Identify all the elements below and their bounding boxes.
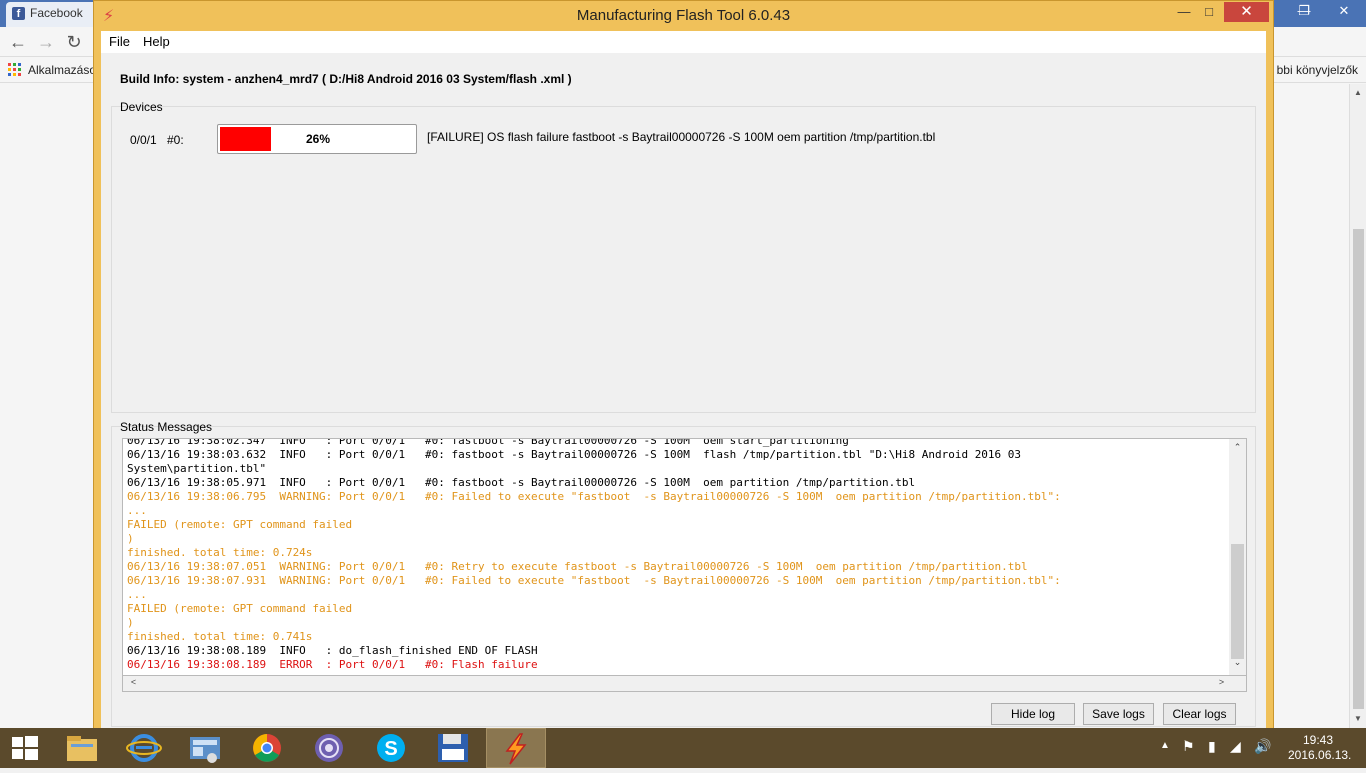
clear-logs-button[interactable]: Clear logs	[1163, 703, 1236, 725]
network-signal-icon[interactable]: ◢	[1230, 738, 1241, 755]
progress-text: 26%	[305, 132, 331, 146]
window-title: Manufacturing Flash Tool 6.0.43	[576, 7, 791, 24]
log-line: ...	[127, 504, 147, 517]
log-vertical-scrollbar[interactable]: ⌃ ⌄	[1229, 439, 1246, 675]
log-line: 06/13/16 19:38:05.971 INFO : Port 0/0/1 …	[127, 476, 916, 489]
log-line: ...	[127, 588, 147, 601]
browser-scroll-thumb[interactable]	[1353, 229, 1364, 709]
log-line: 06/13/16 19:38:02.347 INFO : Port 0/0/1 …	[127, 438, 849, 447]
start-icon[interactable]	[0, 728, 60, 768]
flash-tool-window: ⚡ Manufacturing Flash Tool 6.0.43 — □ ✕ …	[93, 0, 1274, 741]
scroll-down-icon[interactable]: ▼	[1354, 714, 1362, 723]
minimize-button[interactable]: —	[1174, 2, 1194, 22]
maximize-button[interactable]: □	[1199, 2, 1219, 22]
browser-restore-icon[interactable]: ❐	[1290, 2, 1318, 20]
log-line: 06/13/16 19:38:07.931 WARNING: Port 0/0/…	[127, 574, 1061, 587]
browser-scrollbar[interactable]: ▲ ▼	[1349, 84, 1366, 728]
status-messages-label: Status Messages	[120, 420, 213, 434]
log-scroll-left-icon[interactable]: <	[125, 677, 142, 687]
facebook-icon: f	[12, 7, 25, 20]
show-hidden-icons-icon[interactable]: ▲	[1160, 740, 1170, 751]
other-bookmarks-label[interactable]: bbi könyvjelzők	[1277, 63, 1358, 77]
log-scroll-up-icon[interactable]: ⌃	[1229, 442, 1246, 453]
action-center-flag-icon[interactable]: ⚑	[1182, 738, 1195, 755]
browser-close-icon[interactable]: ✕	[1330, 2, 1358, 20]
chrome-icon[interactable]	[238, 728, 298, 768]
browser-tab-title: Facebook	[30, 6, 83, 20]
log-scroll-right-icon[interactable]: >	[1213, 677, 1230, 687]
scroll-up-icon[interactable]: ▲	[1354, 88, 1362, 97]
log-horizontal-scrollbar[interactable]: < >	[122, 676, 1247, 692]
log-line: 06/13/16 19:38:08.189 INFO : do_flash_fi…	[127, 644, 538, 657]
log-scroll-thumb[interactable]	[1231, 544, 1244, 659]
log-scroll-down-icon[interactable]: ⌄	[1229, 657, 1246, 668]
internet-explorer-icon[interactable]	[114, 728, 174, 768]
log-line: 06/13/16 19:38:07.051 WARNING: Port 0/0/…	[127, 560, 1028, 573]
taskbar: S ▲ ⚑ ▮ ◢ 🔊 19:43 2016.06.13.	[0, 728, 1366, 768]
build-info: Build Info: system - anzhen4_mrd7 ( D:/H…	[120, 72, 572, 86]
svg-text:S: S	[384, 738, 397, 760]
device-number: #0:	[167, 133, 184, 147]
apps-icon[interactable]	[8, 63, 21, 76]
battery-icon[interactable]: ▮	[1208, 738, 1216, 755]
skype-icon[interactable]: S	[362, 728, 422, 768]
browser-tab[interactable]: f Facebook	[6, 2, 100, 27]
torrent-icon[interactable]	[300, 728, 360, 768]
volume-icon[interactable]: 🔊	[1254, 738, 1271, 755]
flash-tool-icon[interactable]	[486, 728, 546, 768]
device-port: 0/0/1	[130, 133, 157, 147]
log-line: finished. total time: 0.724s	[127, 546, 313, 559]
log-line: 06/13/16 19:38:03.632 INFO : Port 0/0/1 …	[127, 448, 1022, 461]
log-lines: 06/13/16 19:38:02.347 INFO : Port 0/0/1 …	[127, 438, 1227, 672]
hide-log-button[interactable]: Hide log window	[991, 703, 1075, 741]
log-line: FAILED (remote: GPT command failed	[127, 518, 353, 531]
device-progress-bar: 26%	[217, 124, 417, 154]
system-tray: ▲ ⚑ ▮ ◢ 🔊	[1160, 728, 1280, 768]
log-text-area[interactable]: 06/13/16 19:38:02.347 INFO : Port 0/0/1 …	[122, 438, 1247, 676]
log-line: finished. total time: 0.741s	[127, 630, 313, 643]
control-panel-icon[interactable]	[176, 728, 236, 768]
client-area: File Help Build Info: system - anzhen4_m…	[101, 31, 1266, 741]
save-logs-button[interactable]: Save logs	[1083, 703, 1154, 725]
log-line: System\partition.tbl"	[127, 462, 267, 475]
clock-time: 19:43	[1302, 733, 1334, 747]
back-icon[interactable]: ←	[8, 33, 28, 51]
file-explorer-icon[interactable]	[52, 728, 112, 768]
clock-date: 2016.06.13.	[1288, 748, 1352, 762]
log-line: FAILED (remote: GPT command failed	[127, 602, 353, 615]
menu-bar: File Help	[101, 31, 1266, 53]
reload-icon[interactable]: ↻	[64, 33, 84, 51]
log-line: 06/13/16 19:38:08.189 ERROR : Port 0/0/1…	[127, 658, 538, 671]
floppy-disk-icon[interactable]	[424, 728, 484, 768]
log-line: )	[127, 532, 134, 545]
bookmarks-apps-label[interactable]: Alkalmazáso	[28, 63, 96, 77]
close-button[interactable]: ✕	[1224, 2, 1269, 22]
clock[interactable]: 19:43 2016.06.13.	[1288, 733, 1352, 763]
log-line: )	[127, 616, 134, 629]
log-line: 06/13/16 19:38:06.795 WARNING: Port 0/0/…	[127, 490, 1061, 503]
menu-help[interactable]: Help	[143, 34, 170, 49]
device-status-text: [FAILURE] OS flash failure fastboot -s B…	[427, 130, 936, 144]
forward-icon[interactable]: →	[36, 33, 56, 51]
devices-label: Devices	[120, 100, 163, 114]
title-bar[interactable]: ⚡ Manufacturing Flash Tool 6.0.43 — □ ✕	[94, 1, 1273, 31]
menu-file[interactable]: File	[109, 34, 130, 49]
